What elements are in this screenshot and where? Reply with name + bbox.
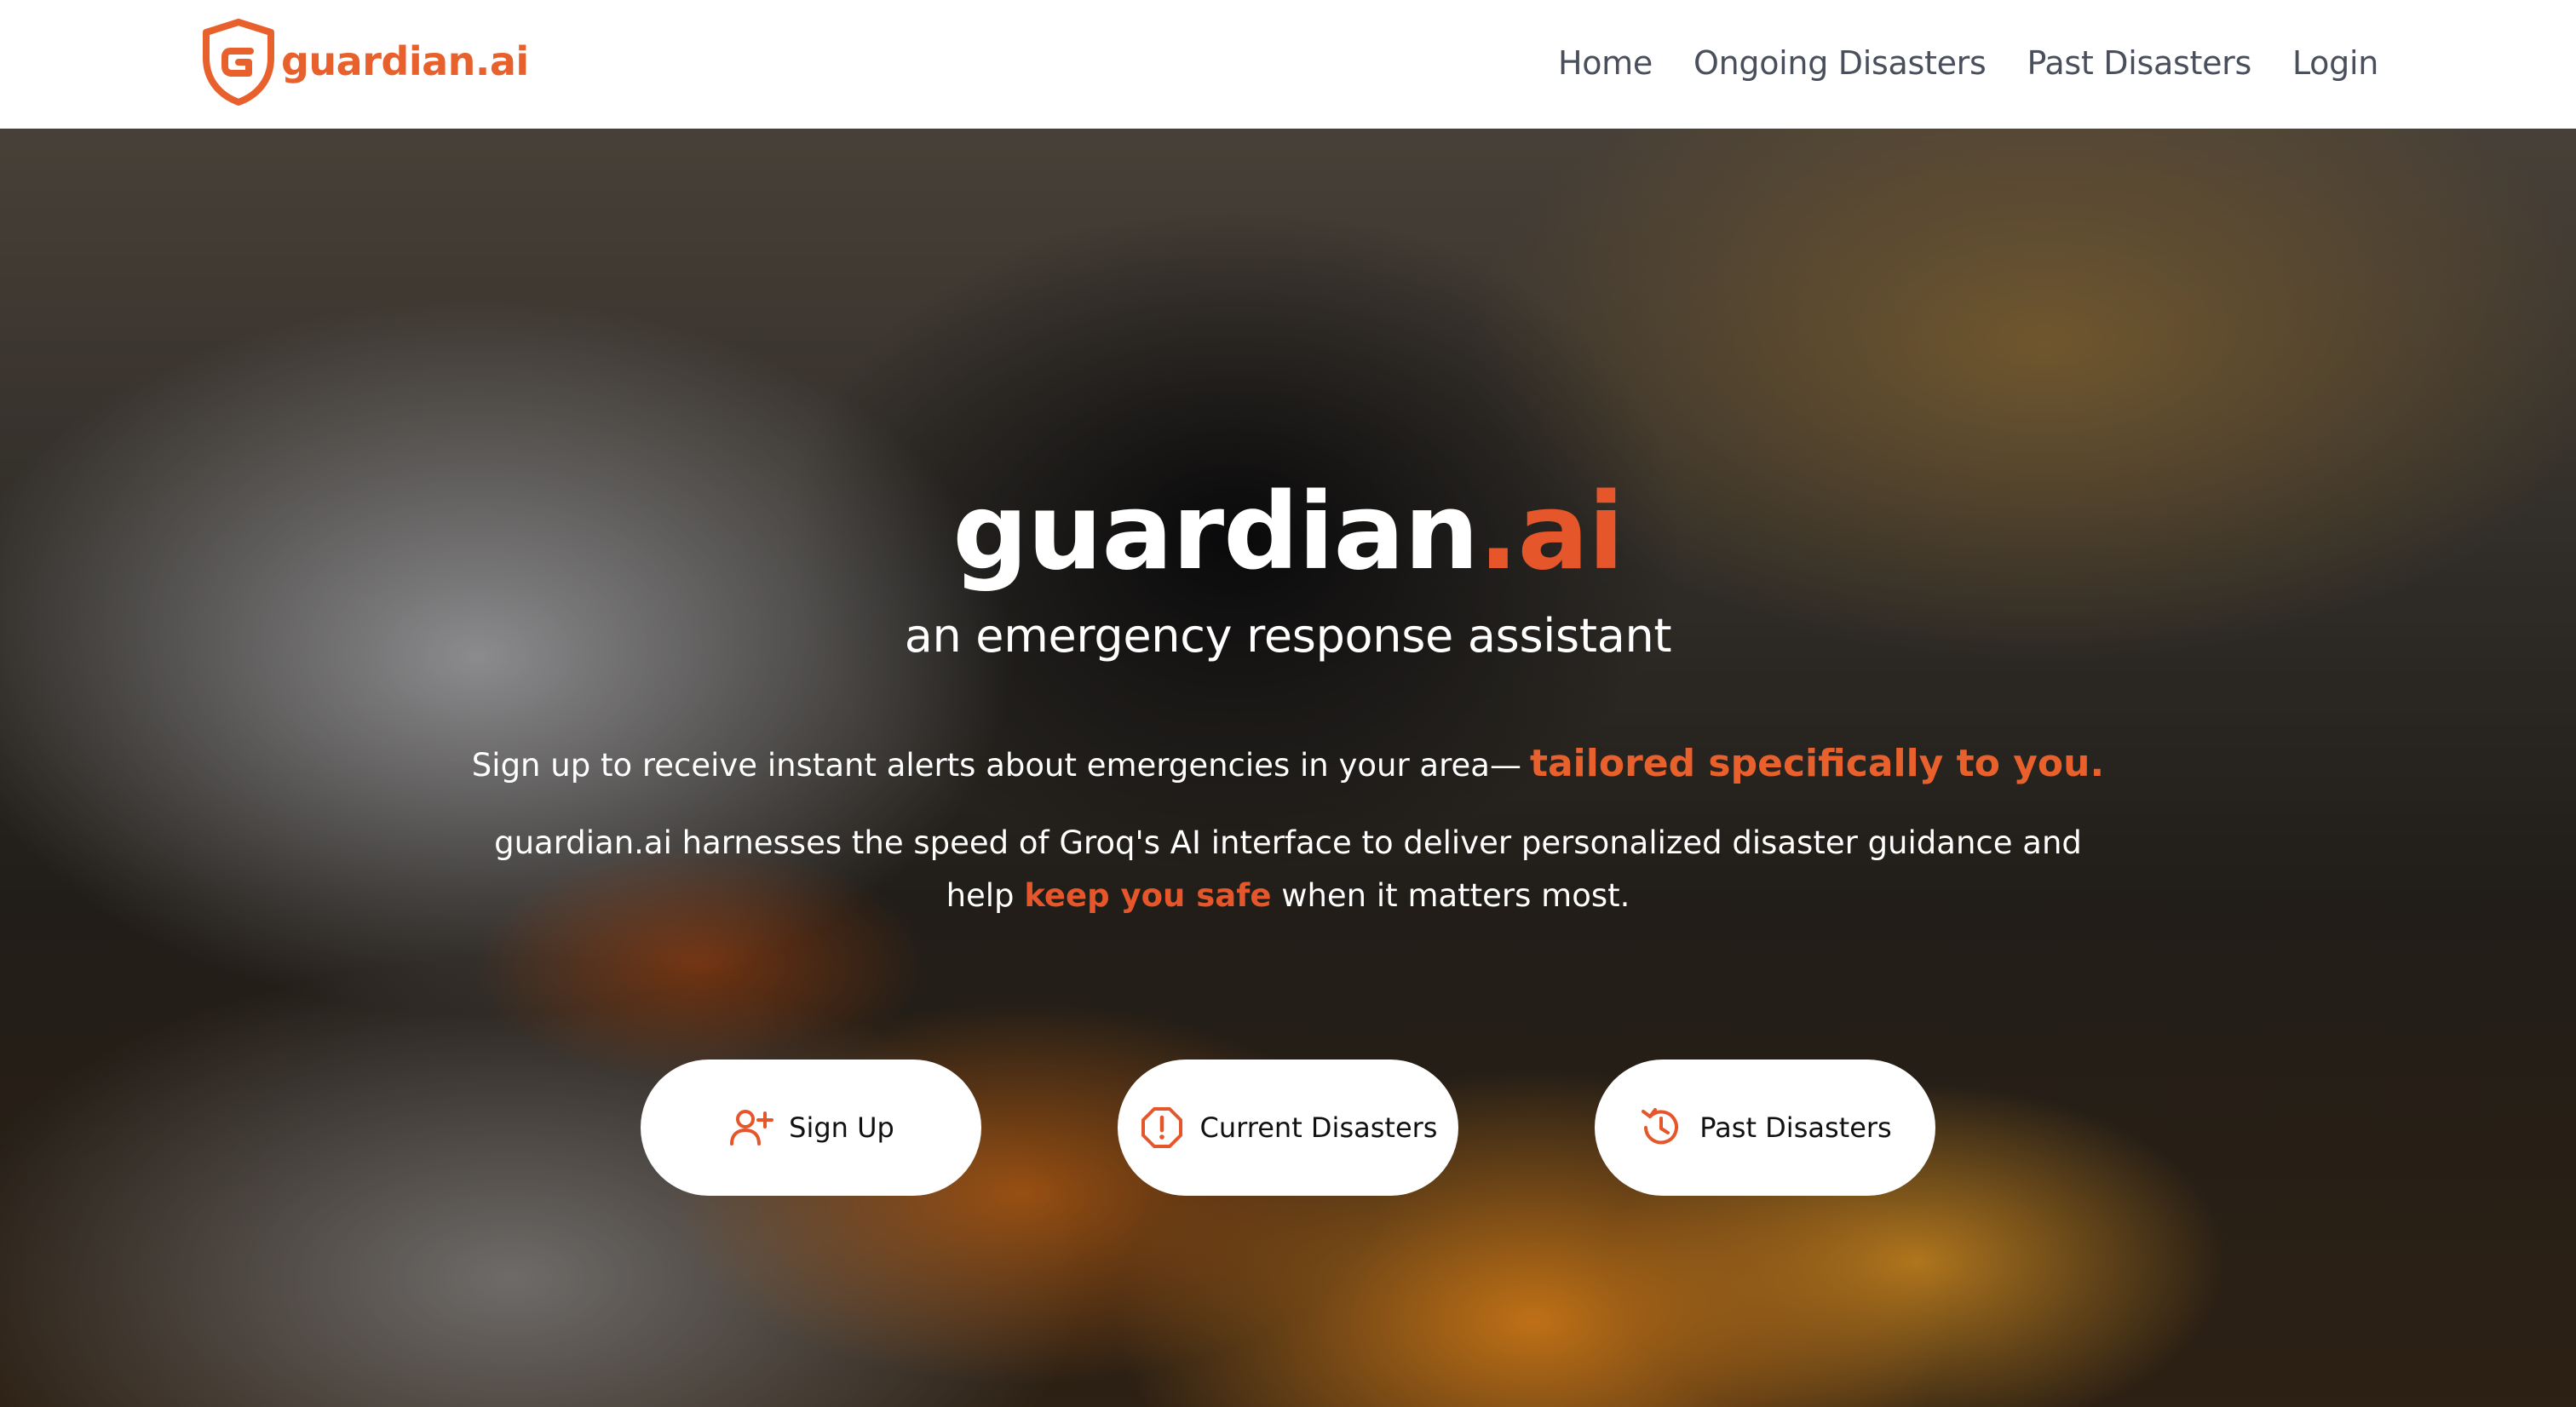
current-disasters-button[interactable]: Current Disasters bbox=[1118, 1060, 1458, 1196]
past-disasters-button[interactable]: Past Disasters bbox=[1595, 1060, 1935, 1196]
nav-past-disasters-link[interactable]: Past Disasters bbox=[2027, 44, 2252, 82]
current-disasters-label: Current Disasters bbox=[1199, 1111, 1438, 1144]
alert-octagon-icon bbox=[1141, 1107, 1182, 1148]
description-accent: keep you safe bbox=[1024, 877, 1272, 914]
hero-title: guardian.ai bbox=[0, 473, 2576, 592]
hero-section: guardian.ai an emergency response assist… bbox=[0, 129, 2576, 1407]
sign-up-button[interactable]: Sign Up bbox=[641, 1060, 981, 1196]
nav-ongoing-disasters-link[interactable]: Ongoing Disasters bbox=[1693, 44, 1987, 82]
nav-home-link[interactable]: Home bbox=[1558, 44, 1653, 82]
nav-login-link[interactable]: Login bbox=[2292, 44, 2378, 82]
brand-name: guardian.ai bbox=[281, 38, 529, 84]
hero-title-accent: .ai bbox=[1478, 471, 1624, 594]
top-navbar: guardian.ai Home Ongoing Disasters Past … bbox=[0, 0, 2576, 129]
hero-tagline: Sign up to receive instant alerts about … bbox=[0, 742, 2576, 785]
hero-title-main: guardian bbox=[952, 471, 1479, 594]
hero-content: guardian.ai an emergency response assist… bbox=[0, 129, 2576, 1407]
description-end: when it matters most. bbox=[1281, 877, 1630, 914]
sign-up-label: Sign Up bbox=[789, 1111, 894, 1144]
add-user-icon bbox=[730, 1110, 774, 1146]
past-disasters-label: Past Disasters bbox=[1699, 1111, 1892, 1144]
tagline-accent: tailored specifically to you. bbox=[1529, 742, 2105, 785]
history-icon bbox=[1642, 1108, 1679, 1145]
brand-logo-link[interactable]: guardian.ai bbox=[199, 17, 529, 106]
tagline-text: Sign up to receive instant alerts about … bbox=[471, 747, 1521, 784]
nav-links: Home Ongoing Disasters Past Disasters Lo… bbox=[1558, 37, 2378, 89]
hero-description: guardian.ai harnesses the speed of Groq'… bbox=[477, 817, 2099, 922]
hero-subtitle: an emergency response assistant bbox=[904, 609, 1672, 663]
shield-icon bbox=[203, 19, 274, 106]
